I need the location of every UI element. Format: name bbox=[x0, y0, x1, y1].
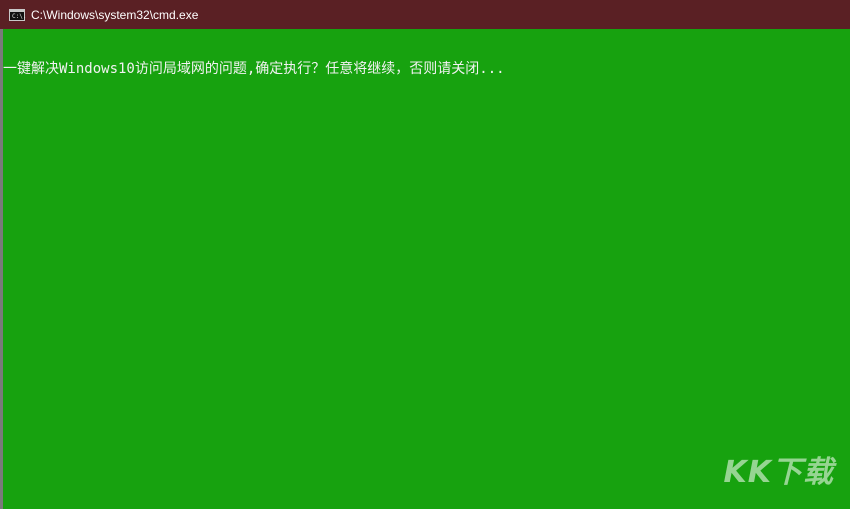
title-bar[interactable]: C:\. C:\Windows\system32\cmd.exe bbox=[0, 0, 850, 29]
console-area[interactable]: 一键解决Windows10访问局域网的问题,确定执行？任意将继续，否则请关闭..… bbox=[3, 29, 850, 509]
console-output-line: 一键解决Windows10访问局域网的问题,确定执行？任意将继续，否则请关闭..… bbox=[3, 61, 505, 77]
cmd-window: C:\. C:\Windows\system32\cmd.exe 一键解决Win… bbox=[0, 0, 850, 509]
cmd-icon[interactable]: C:\. bbox=[9, 8, 27, 21]
watermark-logo: KK下载 bbox=[723, 455, 834, 490]
cmd-icon-glyph: C:\. bbox=[12, 12, 27, 20]
window-title: C:\Windows\system32\cmd.exe bbox=[31, 7, 199, 22]
